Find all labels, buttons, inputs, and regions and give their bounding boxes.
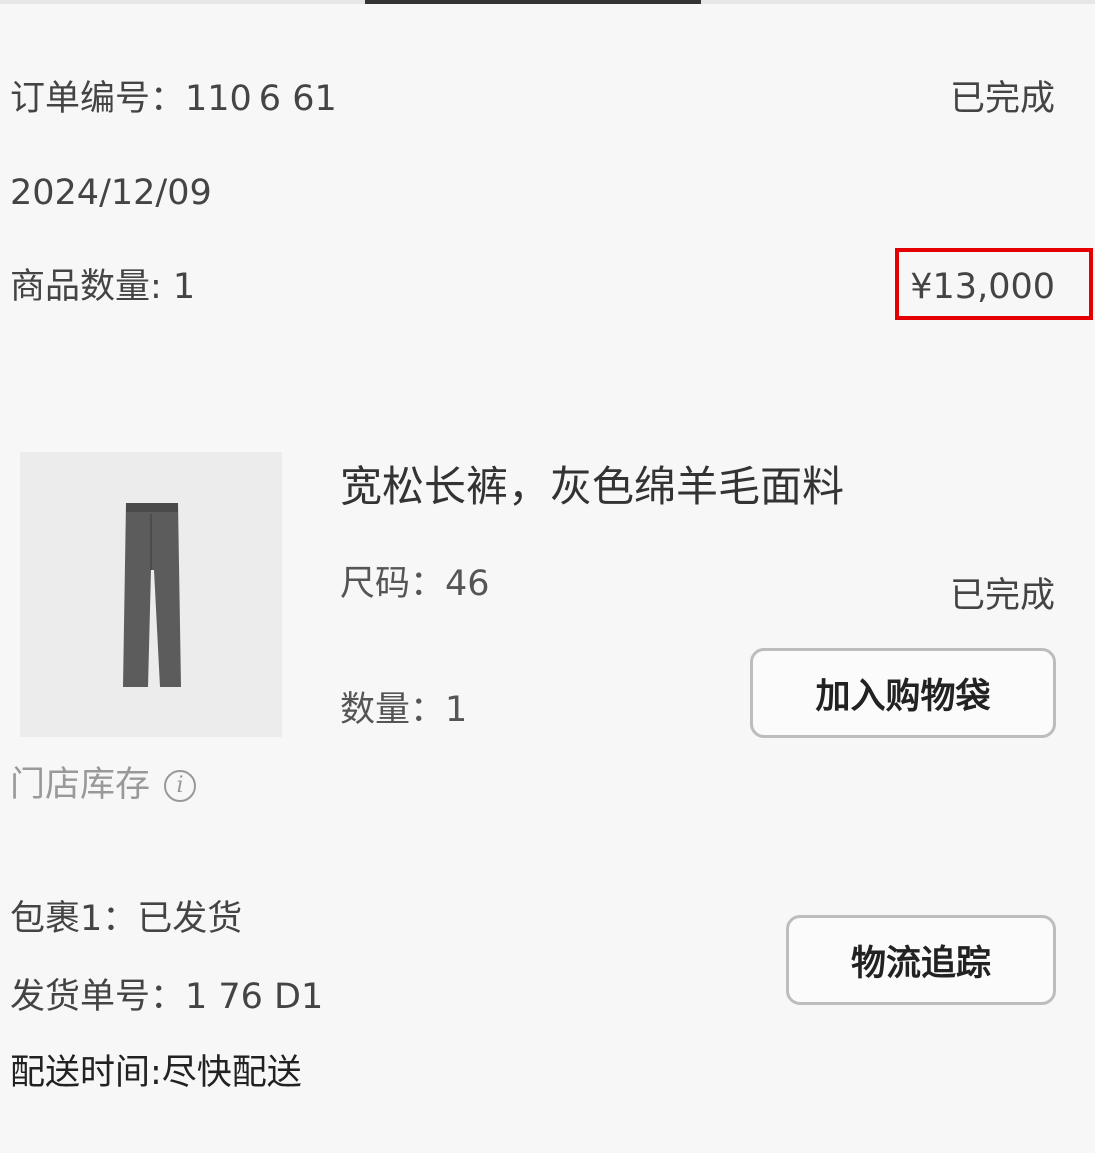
item-count: 商品数量: 1: [10, 267, 196, 307]
product-image[interactable]: [20, 452, 282, 737]
order-number: 订单编号：110 6 61: [10, 79, 337, 119]
info-icon[interactable]: i: [164, 769, 197, 802]
tracking-number: 发货单号：1 76 D1: [10, 977, 324, 1017]
store-stock-label: 门店库存: [10, 765, 151, 805]
track-shipment-button[interactable]: 物流追踪: [786, 915, 1056, 1005]
active-tab-indicator: [365, 0, 701, 4]
order-status: 已完成: [949, 79, 1055, 119]
add-to-bag-label: 加入购物袋: [815, 676, 991, 717]
trousers-icon: [123, 503, 181, 687]
track-shipment-label: 物流追踪: [850, 943, 991, 984]
store-stock-link[interactable]: 门店库存 i: [10, 765, 197, 805]
order-date: 2024/12/09: [10, 173, 212, 213]
package-status: 包裹1：已发货: [10, 899, 243, 939]
product-name[interactable]: 宽松长裤，灰色绵羊毛面料: [340, 466, 844, 508]
product-size: 尺码：46: [340, 564, 490, 604]
price-highlight-box: [895, 248, 1093, 320]
item-status: 已完成: [949, 576, 1055, 616]
delivery-time: 配送时间:尽快配送: [10, 1053, 302, 1093]
product-quantity: 数量：1: [340, 690, 468, 730]
add-to-bag-button[interactable]: 加入购物袋: [750, 648, 1056, 738]
